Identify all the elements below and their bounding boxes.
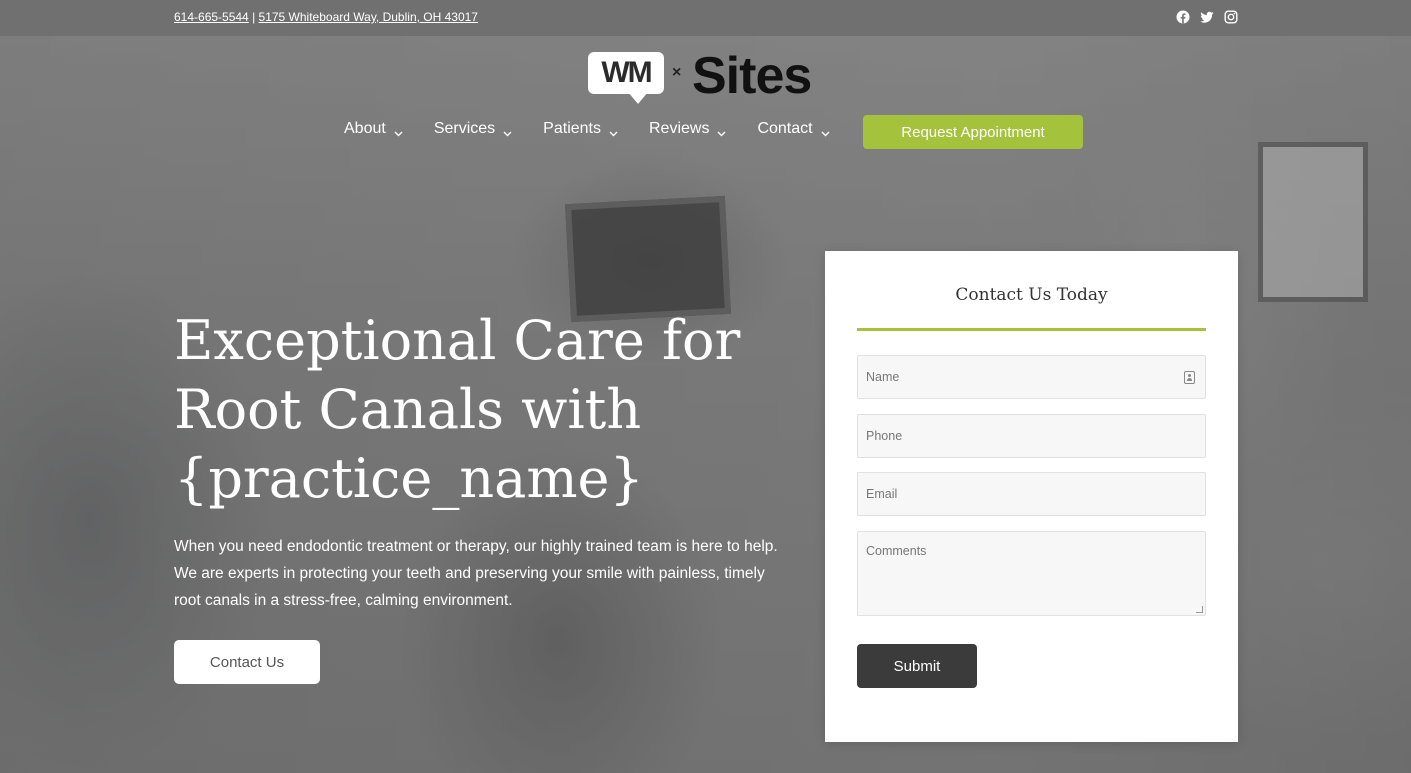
email-placeholder: Email xyxy=(866,487,898,501)
phone-field[interactable]: Phone xyxy=(857,414,1206,458)
nav-item-label: Contact xyxy=(757,120,813,137)
top-bar: 614-665-5544 | 5175 Whiteboard Way, Dubl… xyxy=(0,0,1411,36)
logo-wordmark: Sites xyxy=(692,47,812,105)
resize-handle-icon[interactable] xyxy=(1196,606,1203,613)
contact-card-icon[interactable] xyxy=(1184,371,1195,384)
chevron-down-icon xyxy=(609,125,618,136)
name-field[interactable]: Name xyxy=(857,355,1206,399)
email-field[interactable]: Email xyxy=(857,472,1206,516)
phone-link[interactable]: 614-665-5544 xyxy=(174,10,249,24)
logo-badge: WM xyxy=(588,52,664,94)
topbar-separator: | xyxy=(248,10,259,24)
social-links xyxy=(1176,10,1238,24)
contact-form-card: Contact Us Today Name Phone Email Commen… xyxy=(825,251,1238,742)
address-link[interactable]: 5175 Whiteboard Way, Dublin, OH 43017 xyxy=(259,10,478,24)
hero-description: When you need endodontic treatment or th… xyxy=(174,538,778,609)
nav-item-label: Services xyxy=(433,120,496,137)
logo-separator: × xyxy=(672,64,682,81)
comments-placeholder: Comments xyxy=(866,544,927,558)
phone-placeholder: Phone xyxy=(866,429,903,443)
nav-item-reviews[interactable]: Reviews xyxy=(649,120,726,138)
submit-button[interactable]: Submit xyxy=(857,644,977,688)
facebook-icon[interactable] xyxy=(1176,10,1190,24)
nav-item-services[interactable]: Services xyxy=(434,120,512,138)
site-logo[interactable]: WM × Sites xyxy=(588,47,818,106)
nav-item-label: Reviews xyxy=(648,120,710,137)
contact-us-button[interactable]: Contact Us xyxy=(174,640,320,684)
comments-field[interactable]: Comments xyxy=(857,531,1206,616)
hero-title: Exceptional Care for Root Canals with {p… xyxy=(174,309,741,510)
chevron-down-icon xyxy=(503,125,512,136)
topbar-contact: 614-665-5544 | 5175 Whiteboard Way, Dubl… xyxy=(174,10,478,24)
nav-item-label: Patients xyxy=(543,120,601,137)
main-nav: About Services Patients Reviews Contact xyxy=(344,120,861,138)
nav-item-about[interactable]: About xyxy=(344,120,403,138)
logo-badge-tail xyxy=(628,92,648,104)
twitter-icon[interactable] xyxy=(1200,10,1214,24)
chevron-down-icon xyxy=(394,125,403,136)
nav-item-patients[interactable]: Patients xyxy=(543,120,618,138)
nav-item-label: About xyxy=(344,120,386,137)
form-title: Contact Us Today xyxy=(955,285,1108,305)
name-placeholder: Name xyxy=(866,370,900,384)
form-title-divider xyxy=(857,328,1206,331)
chevron-down-icon xyxy=(717,125,726,136)
chevron-down-icon xyxy=(821,125,830,136)
nav-item-contact[interactable]: Contact xyxy=(757,120,830,138)
instagram-icon[interactable] xyxy=(1224,10,1238,24)
request-appointment-button[interactable]: Request Appointment xyxy=(863,115,1083,149)
